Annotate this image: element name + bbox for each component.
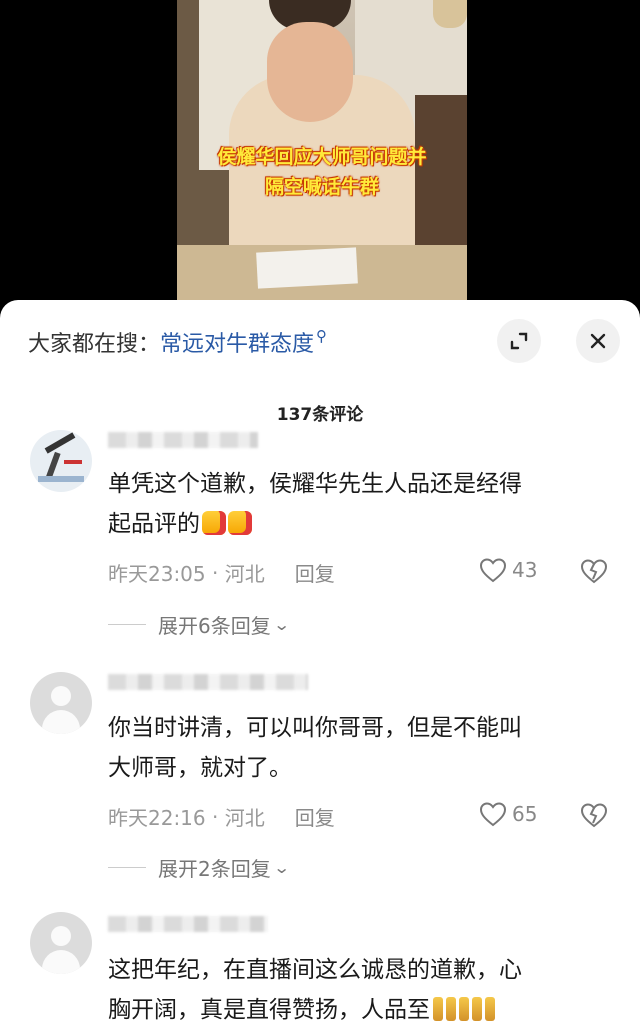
broken-heart-icon[interactable] bbox=[580, 557, 608, 585]
username-blurred[interactable] bbox=[108, 674, 308, 690]
comment-text-line1: 你当时讲清，可以叫你哥哥，但是不能叫 bbox=[108, 715, 522, 741]
search-icon: ⚲ bbox=[316, 327, 328, 345]
like-button[interactable]: 65 bbox=[478, 800, 537, 828]
comment-count: 137条评论 bbox=[276, 405, 364, 425]
like-button[interactable]: 43 bbox=[478, 556, 537, 584]
video-paper bbox=[256, 247, 358, 289]
comment-text-line2: 胸开阔，真是直得赞扬，人品至 bbox=[108, 997, 430, 1023]
chevron-down-icon: ⌄ bbox=[272, 858, 291, 877]
broken-heart-icon[interactable] bbox=[580, 801, 608, 829]
close-icon bbox=[590, 333, 606, 349]
emoji-icon bbox=[446, 997, 456, 1021]
expand-replies-label: 展开6条回复 bbox=[158, 614, 271, 638]
expand-replies-divider bbox=[108, 867, 146, 868]
comment-text-line1: 这把年纪，在直播间这么诚恳的道歉，心 bbox=[108, 957, 522, 983]
reply-button[interactable]: 回复 bbox=[295, 802, 335, 831]
comment-meta: 昨天22:16 · 河北 回复 bbox=[108, 802, 335, 831]
avatar[interactable] bbox=[30, 672, 92, 734]
video-player[interactable]: 侯耀华回应大师哥问题并 隔空喊话牛群 bbox=[0, 0, 640, 320]
expand-replies-label: 展开2条回复 bbox=[158, 857, 271, 881]
comment-text: 你当时讲清，可以叫你哥哥，但是不能叫 大师哥，就对了。 bbox=[108, 708, 608, 788]
comment-text: 这把年纪，在直播间这么诚恳的道歉，心 胸开阔，真是直得赞扬，人品至 bbox=[108, 950, 608, 1030]
comment-text: 单凭这个道歉，侯耀华先生人品还是经得 起品评的 bbox=[108, 464, 608, 544]
chevron-down-icon: ⌄ bbox=[272, 615, 291, 634]
emoji-icon bbox=[459, 997, 469, 1021]
expand-replies-divider bbox=[108, 624, 146, 625]
comment-time: 昨天23:05 bbox=[108, 562, 206, 586]
reply-button[interactable]: 回复 bbox=[295, 558, 335, 587]
trending-search[interactable]: 大家都在搜： 常远对牛群态度 ⚲ bbox=[28, 322, 327, 362]
video-caption-line2: 隔空喊话牛群 bbox=[264, 176, 379, 198]
video-caption-line1: 侯耀华回应大师哥问题并 bbox=[217, 146, 427, 168]
comment-location: 河北 bbox=[224, 562, 265, 586]
video-bg-vase bbox=[433, 0, 467, 28]
trending-search-term[interactable]: 常远对牛群态度 bbox=[160, 326, 314, 358]
emoji-icon bbox=[485, 997, 495, 1021]
comment-text-line2: 大师哥，就对了。 bbox=[108, 755, 292, 781]
comment-text-line1: 单凭这个道歉，侯耀华先生人品还是经得 bbox=[108, 471, 522, 497]
trending-search-prefix: 大家都在搜： bbox=[28, 332, 161, 357]
thumbs-up-emoji-icon bbox=[202, 511, 226, 535]
comment-panel: 大家都在搜： 常远对牛群态度 ⚲ 137条评论 单凭这个道歉，侯耀华先生人品还是… bbox=[0, 300, 640, 1033]
comment-time: 昨天22:16 bbox=[108, 806, 206, 830]
heart-icon bbox=[479, 558, 507, 583]
emoji-icon bbox=[472, 997, 482, 1021]
heart-icon bbox=[479, 802, 507, 827]
like-count: 65 bbox=[512, 802, 538, 826]
comment-meta: 昨天23:05 · 河北 回复 bbox=[108, 558, 335, 587]
video-person-head bbox=[267, 22, 353, 122]
expand-icon bbox=[510, 332, 528, 350]
username-blurred[interactable] bbox=[108, 916, 268, 932]
comment-text-line2: 起品评的 bbox=[108, 511, 200, 537]
meta-separator: · bbox=[205, 804, 225, 829]
emoji-icon bbox=[433, 997, 443, 1021]
expand-replies-button[interactable]: 展开2条回复 ⌄ bbox=[108, 853, 291, 882]
thumbs-up-emoji-icon bbox=[228, 511, 252, 535]
username-blurred[interactable] bbox=[108, 432, 258, 448]
comment-location: 河北 bbox=[224, 806, 265, 830]
like-count: 43 bbox=[512, 558, 538, 582]
meta-separator: · bbox=[205, 560, 225, 585]
expand-replies-button[interactable]: 展开6条回复 ⌄ bbox=[108, 610, 291, 639]
avatar[interactable] bbox=[30, 912, 92, 974]
avatar[interactable] bbox=[30, 430, 92, 492]
close-button[interactable] bbox=[576, 319, 620, 363]
expand-button[interactable] bbox=[497, 319, 541, 363]
